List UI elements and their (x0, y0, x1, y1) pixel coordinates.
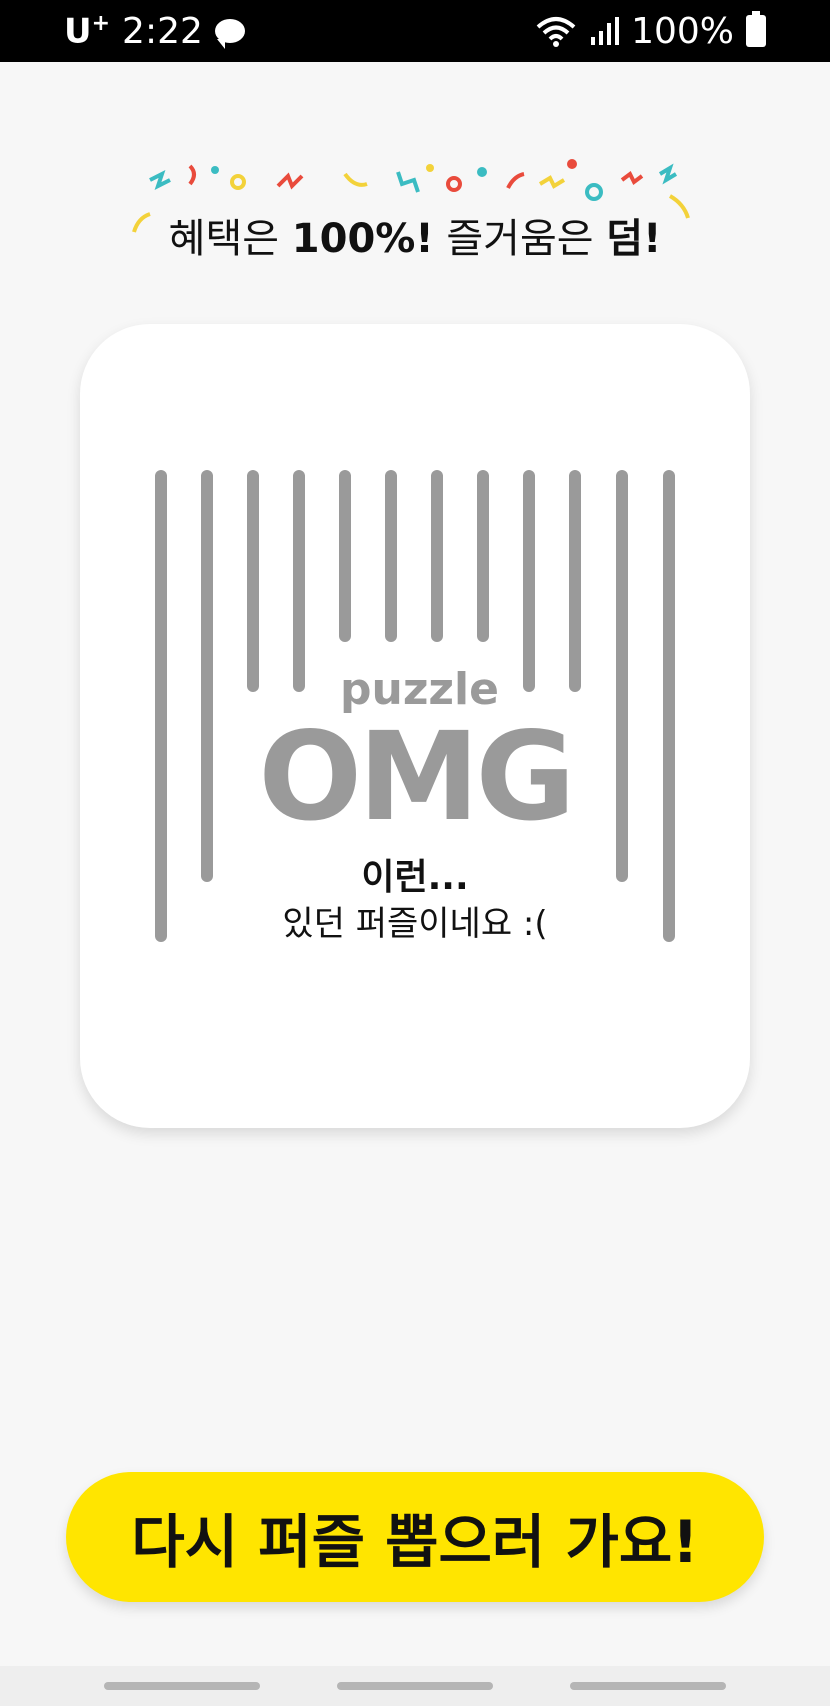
headline-area: 혜택은 100%! 즐거움은 덤! (0, 150, 830, 262)
status-left: U+ 2:22 (64, 11, 245, 52)
result-title: 이런... (361, 857, 469, 898)
carrier-label: U+ (64, 10, 111, 52)
signal-icon (591, 17, 620, 45)
battery-icon (746, 11, 766, 47)
navigation-bar (0, 1666, 830, 1706)
result-card: puzzle OMG 이런... 있던 퍼즐이네요 :( (80, 324, 750, 1128)
headline-text: 혜택은 100%! 즐거움은 덤! (168, 216, 662, 262)
nav-recents-button[interactable] (104, 1682, 260, 1690)
nav-back-button[interactable] (570, 1682, 726, 1690)
brand-omg-logo: OMG (258, 706, 575, 848)
status-right: 100% (535, 11, 766, 52)
retry-puzzle-button[interactable]: 다시 퍼즐 뽑으러 가요! (66, 1472, 764, 1602)
nav-home-button[interactable] (337, 1682, 493, 1690)
clock: 2:22 (122, 10, 203, 52)
battery-percent: 100% (631, 10, 734, 52)
result-subtitle: 있던 퍼즐이네요 :( (282, 904, 548, 944)
wifi-icon (536, 17, 576, 47)
status-bar: U+ 2:22 100% (0, 0, 830, 62)
message-icon (214, 19, 245, 49)
